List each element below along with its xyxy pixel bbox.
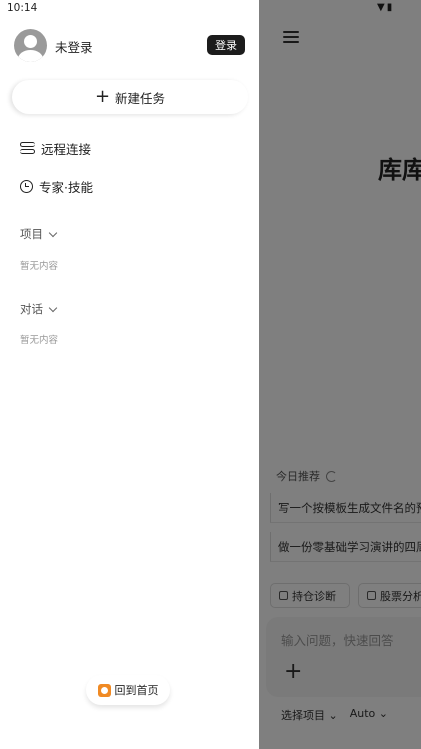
projects-label: 项目 [20, 227, 43, 241]
username[interactable]: 未登录 [55, 37, 93, 56]
chats-label: 对话 [20, 302, 43, 316]
chats-section-toggle[interactable]: 对话 [20, 301, 58, 317]
login-button[interactable]: 登录 [207, 35, 245, 55]
home-app-icon [97, 683, 111, 697]
projects-empty-text: 暂无内容 [20, 261, 59, 272]
back-to-home-button[interactable]: 回到首页 [86, 675, 170, 705]
chevron-down-icon [48, 228, 58, 237]
projects-section-toggle[interactable]: 项目 [20, 226, 58, 242]
expert-icon [20, 180, 33, 193]
nav-remote-connect-label: 远程连接 [41, 142, 92, 157]
avatar[interactable] [14, 29, 47, 62]
nav-expert-skills-label: 专家·技能 [39, 180, 93, 195]
nav-expert-skills[interactable]: 专家·技能 [20, 177, 93, 196]
chats-empty-text: 暂无内容 [20, 335, 59, 346]
remote-connect-icon [20, 142, 35, 155]
nav-remote-connect[interactable]: 远程连接 [20, 139, 91, 158]
side-drawer: 10:14 未登录 登录 + 新建任务 远程连接 专家·技能 项目 暂无内容 对… [0, 0, 259, 749]
new-task-label: 新建任务 [115, 90, 166, 106]
plus-icon: + [94, 86, 111, 107]
new-task-button[interactable]: + 新建任务 [12, 80, 248, 114]
chevron-down-icon [48, 303, 58, 312]
back-to-home-label: 回到首页 [114, 684, 159, 697]
status-time: 10:14 [7, 2, 38, 14]
